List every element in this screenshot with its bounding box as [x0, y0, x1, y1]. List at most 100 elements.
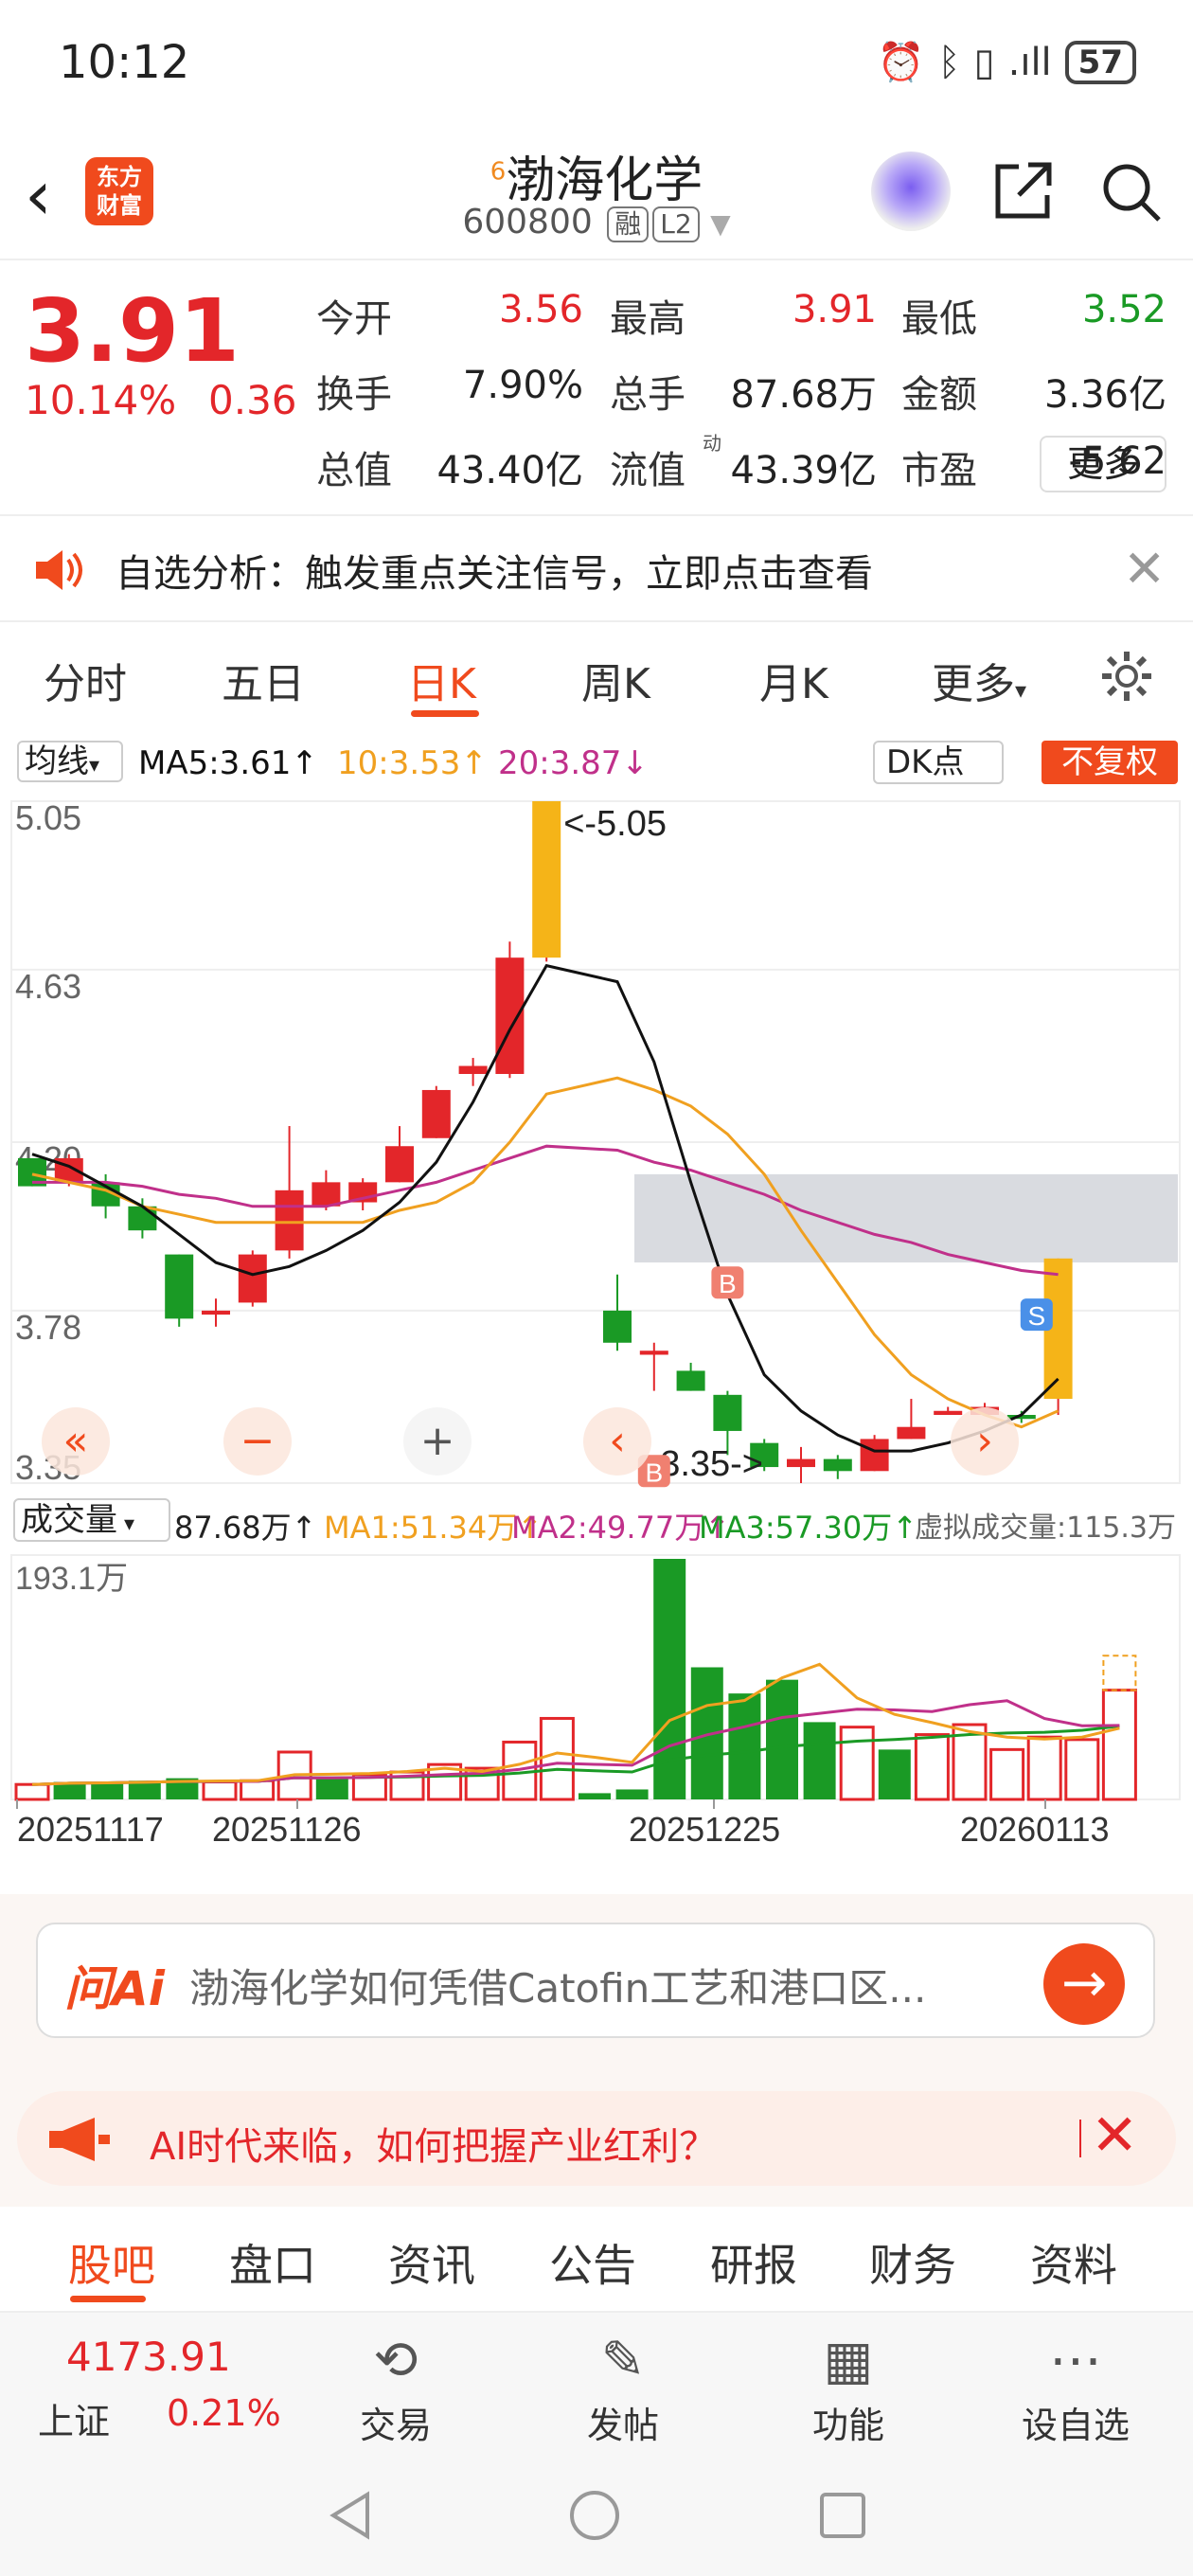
quote-value: 3.36亿: [1043, 373, 1166, 417]
search-icon[interactable]: [1098, 159, 1165, 225]
ai-question-box[interactable]: 问Ai 渤海化学如何凭借Catofin工艺和港口区... →: [36, 1923, 1155, 2038]
close-icon[interactable]: ✕: [1091, 2102, 1138, 2169]
content-tabs: 股吧 盘口 资讯 公告 研报 财务 资料: [0, 2207, 1193, 2311]
tab-news[interactable]: 资讯: [388, 2231, 475, 2294]
ai-banner-text: AI时代来临，如何把握产业红利？: [150, 2125, 718, 2169]
volume-bar: [839, 1726, 875, 1801]
candle-body: [165, 1254, 194, 1319]
gear-icon[interactable]: [1098, 648, 1155, 705]
speaker-icon: [36, 550, 82, 590]
nav-functions[interactable]: ▦ 功能: [782, 2330, 915, 2448]
notice-text: 自选分析：触发重点关注信号，立即点击查看: [116, 552, 873, 596]
index-change[interactable]: 0.21%: [167, 2392, 281, 2434]
back-triangle-icon[interactable]: [322, 2487, 379, 2544]
close-icon[interactable]: ✕: [1123, 539, 1166, 599]
nav-trade[interactable]: ⟲ 交易: [329, 2330, 462, 2448]
tab-weekly-k[interactable]: 周K: [581, 650, 650, 710]
tab-profile[interactable]: 资料: [1030, 2231, 1117, 2294]
nav-add-watchlist[interactable]: ⋯ 设自选: [1009, 2330, 1142, 2448]
nav-post[interactable]: ✎ 发帖: [557, 2330, 689, 2448]
prev-icon[interactable]: ‹: [609, 1417, 626, 1465]
battery-indicator: 57: [1064, 40, 1136, 84]
quote-label: 流值: [610, 449, 686, 492]
more-dots-icon: ⋯: [1049, 2330, 1102, 2391]
candle-body: [860, 1439, 889, 1472]
tab-daily-k[interactable]: 日K: [407, 650, 476, 710]
system-nav-bar: [0, 2453, 1193, 2576]
quote-value: 3.52: [1081, 288, 1166, 331]
index-value[interactable]: 4173.91: [66, 2334, 231, 2380]
quote-label: 总值: [316, 449, 392, 492]
share-icon[interactable]: [990, 157, 1057, 224]
ai-question-text: 渤海化学如何凭借Catofin工艺和港口区...: [189, 1965, 927, 2012]
volume-bar: [766, 1679, 798, 1799]
volume-bar: [14, 1782, 50, 1801]
volume-select[interactable]: 成交量 ▾: [13, 1498, 170, 1542]
volume-chart[interactable]: 193.1万 20251117 20251126 20251225 20260113: [0, 1549, 1193, 1890]
status-time: 10:12: [59, 36, 190, 89]
volume-bar: [989, 1747, 1025, 1801]
tab-finance[interactable]: 财务: [869, 2231, 956, 2294]
grid-icon: ▦: [823, 2330, 874, 2391]
arrow-right-icon[interactable]: →: [1043, 1943, 1125, 2025]
volume-bar: [803, 1722, 836, 1799]
tab-intraday[interactable]: 分时: [44, 650, 127, 710]
tab-monthly-k[interactable]: 月K: [759, 650, 828, 710]
zoom-in-icon[interactable]: +: [420, 1417, 455, 1465]
volume-bar: [91, 1781, 124, 1799]
analysis-notice[interactable]: 自选分析：触发重点关注信号，立即点击查看 ✕: [0, 518, 1193, 622]
ai-banner[interactable]: AI时代来临，如何把握产业红利？ ✕: [17, 2091, 1176, 2186]
volume-bar: [728, 1693, 761, 1799]
yuan-icon: ⟲: [373, 2330, 418, 2391]
recents-square-icon[interactable]: [814, 2487, 871, 2544]
indicator-select[interactable]: 均线▾: [17, 741, 123, 782]
volume-bar: [240, 1779, 276, 1801]
gap-zone: [634, 1173, 1178, 1263]
vibrate-icon: ▯: [973, 40, 995, 84]
candle-body: [458, 1065, 488, 1074]
home-circle-icon[interactable]: [566, 2487, 623, 2544]
tab-announcements[interactable]: 公告: [549, 2231, 636, 2294]
x-tick-label: 20260113: [960, 1810, 1110, 1849]
quote-value: 43.40亿: [436, 449, 583, 492]
dk-point-select[interactable]: DK点: [873, 741, 1004, 784]
ai-assistant-icon[interactable]: [871, 152, 951, 231]
quote-value: 87.68万: [730, 373, 877, 417]
candle-body: [603, 1310, 632, 1343]
quote-label: 金额: [901, 373, 977, 417]
tab-pankou[interactable]: 盘口: [229, 2231, 316, 2294]
tab-more[interactable]: 更多▾: [932, 650, 1026, 710]
candle-body: [238, 1254, 267, 1303]
more-quote-button[interactable]: 更多: [1040, 436, 1166, 492]
virtual-volume-bar: [1102, 1655, 1137, 1691]
app-logo: 东方 财富: [85, 157, 153, 225]
buy-marker-label: B: [645, 1458, 663, 1487]
current-price: 3.91: [25, 280, 240, 382]
divider: [1079, 2120, 1081, 2157]
candlestick-chart[interactable]: 5.054.634.203.783.35<-5.053.35->BBS« − + ‹ ›: [0, 790, 1193, 1496]
tab-five-day[interactable]: 五日: [222, 650, 305, 710]
megaphone-icon: [49, 2118, 110, 2161]
x-tick-label: 20251117: [17, 1810, 164, 1849]
chevron-down-icon[interactable]: ▼: [710, 208, 731, 240]
adjust-button[interactable]: 不复权: [1042, 741, 1178, 784]
tab-guba[interactable]: 股吧: [68, 2231, 155, 2294]
index-name[interactable]: 上证: [38, 2392, 110, 2444]
volume-bar: [1101, 1689, 1137, 1801]
zoom-out-icon[interactable]: −: [240, 1417, 276, 1465]
volume-bar: [315, 1778, 348, 1799]
y-tick-label: 4.63: [15, 967, 81, 1006]
quote-value: 3.91: [792, 288, 877, 331]
volume-bar: [1064, 1738, 1100, 1801]
volume-bar: [615, 1789, 649, 1799]
back-arrow-icon[interactable]: ‹: [25, 161, 52, 229]
ma10-value: 10:3.53↑: [337, 744, 488, 782]
scroll-left-icon[interactable]: «: [63, 1417, 89, 1465]
tab-research[interactable]: 研报: [710, 2231, 797, 2294]
candle-body: [421, 1089, 451, 1138]
volume-bar: [539, 1716, 575, 1801]
y-tick-label: 5.05: [15, 798, 81, 837]
status-icons: ⏰ ᛒ ▯ .ıll 57: [878, 40, 1136, 84]
volume-bar: [1026, 1735, 1062, 1801]
next-icon[interactable]: ›: [976, 1417, 993, 1465]
